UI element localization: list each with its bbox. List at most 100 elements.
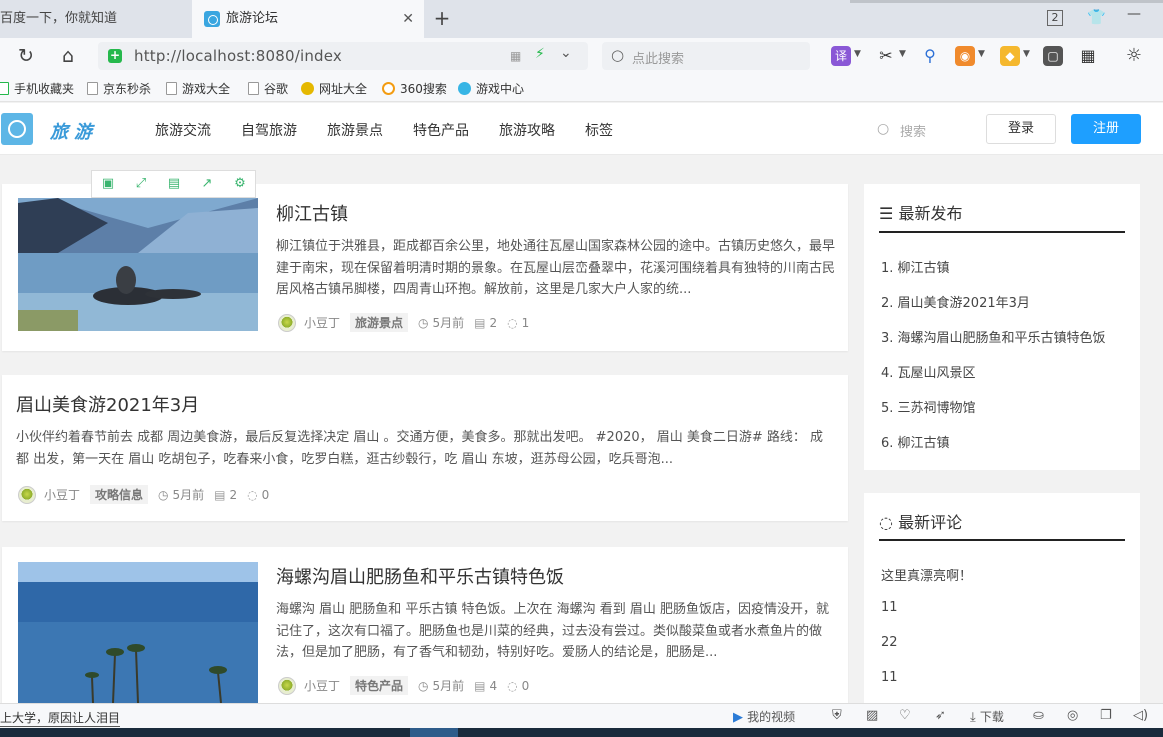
latest-post-link[interactable]: 2. 眉山美食游2021年3月 [881,292,1030,311]
minimize-button[interactable]: — [1127,6,1141,22]
bookmark-label: 手机收藏夹 [14,82,75,96]
nav-item[interactable]: 旅游交流 [155,120,211,140]
translate-icon[interactable]: 译 [831,46,851,66]
chevron-down-icon[interactable]: ▼ [854,49,861,59]
nav-item[interactable]: 特色产品 [413,120,469,140]
category-tag[interactable]: 旅游景点 [350,313,409,332]
url-text[interactable]: http://localhost:8080/index [134,47,342,65]
category-tag[interactable]: 攻略信息 [90,485,149,504]
site-logo-text[interactable]: 旅游 [50,118,98,144]
browser-search-input[interactable]: ○ 点此搜索 [602,42,810,70]
browser-icon[interactable]: ◎ [1067,708,1078,723]
nav-item[interactable]: 旅游景点 [327,120,383,140]
latest-post-link[interactable]: 4. 瓦屋山风景区 [881,362,976,381]
comment-item[interactable]: 11 [881,670,898,685]
post-card[interactable]: 眉山美食游2021年3月 小伙伴约着春节前去 成都 周边美食游，最后反复选择决定… [2,375,848,521]
download-button[interactable]: ⤓ 下载 [970,708,1004,725]
latest-post-link[interactable]: 6. 柳江古镇 [881,432,950,451]
post-author[interactable]: 小豆丁 [304,314,340,331]
tab-label: 旅游论坛 [226,11,279,26]
scissors-icon[interactable]: ✂ [876,46,896,66]
taskbar-active-item[interactable] [410,728,458,737]
copy-icon[interactable]: ▣ [101,177,115,191]
search-icon: ○ [611,46,625,64]
search-icon[interactable]: ○ [877,121,889,137]
download-icon: ⤓ [970,710,976,725]
lightning-icon[interactable]: ⚡ [535,46,545,62]
register-button[interactable]: 注册 [1071,114,1141,144]
bookmark-item[interactable]: 360搜索 [382,80,447,97]
browser-status-bar: 上大学，原因让人泪目 ▶ 我的视频 ⛨ ▨ ♡ ➶ ⤓ 下载 ⛀ ◎ ❐ ◁) [0,703,1163,728]
rocket-icon[interactable]: ➶ [935,708,946,723]
latest-post-link[interactable]: 3. 海螺沟眉山肥肠鱼和平乐古镇特色饭 [881,327,1106,346]
post-title[interactable]: 海螺沟眉山肥肠鱼和平乐古镇特色饭 [276,563,564,589]
url-field[interactable]: + http://localhost:8080/index ▦ ⚡ ⌄ [98,42,588,70]
avatar[interactable] [278,313,296,332]
incognito-icon[interactable]: ⛀ [1033,708,1044,723]
tab-baidu[interactable]: 百度一下，你就知道 [0,0,192,38]
chevron-down-icon[interactable]: ▼ [899,49,906,59]
post-comments: 0 [261,487,270,502]
nav-item[interactable]: 自驾旅游 [241,120,297,140]
bookmark-label: 360搜索 [400,82,447,96]
post-title[interactable]: 眉山美食游2021年3月 [16,391,199,417]
post-author[interactable]: 小豆丁 [304,677,340,694]
image-icon[interactable]: ▨ [866,708,878,723]
magnifier-icon[interactable]: ⚲ [920,46,940,66]
comment-item[interactable]: 22 [881,635,898,650]
expand-icon[interactable]: ⤢ [134,177,148,191]
bookmarks-bar: 手机收藏夹 京东秒杀 游戏大全 谷歌 网址大全 360搜索 游戏中心 [0,74,1163,102]
apps-grid-icon[interactable]: ▦ [1078,46,1098,66]
video-button[interactable]: ▶ 我的视频 [733,708,795,725]
extension-icon[interactable]: ▢ [1043,46,1063,66]
bookmark-item[interactable]: 手机收藏夹 [0,80,74,97]
volume-icon[interactable]: ◁) [1133,708,1148,723]
logo-icon[interactable] [1,113,33,145]
bookmark-item[interactable]: 京东秒杀 [87,80,151,97]
chevron-down-icon[interactable]: ▼ [1023,49,1030,59]
game-icon[interactable]: ◉ [955,46,975,66]
refresh-icon[interactable]: ↻ [14,44,38,68]
save-icon[interactable]: ▤ [167,177,181,191]
comment-item[interactable]: 11 [881,600,898,615]
post-card[interactable]: 柳江古镇 柳江镇位于洪雅县，距成都百余公里，地处通往瓦屋山国家森林公园的途中。古… [2,184,848,351]
login-button[interactable]: 登录 [986,114,1056,144]
post-author[interactable]: 小豆丁 [44,486,80,503]
bookmark-item[interactable]: 游戏中心 [458,80,524,97]
skin-icon[interactable]: 👕 [1087,8,1106,26]
share-icon[interactable]: ↗ [200,177,214,191]
post-card[interactable]: 海螺沟眉山肥肠鱼和平乐古镇特色饭 海螺沟 眉山 肥肠鱼和 平乐古镇 特色饭。上次… [2,547,848,703]
nav-item[interactable]: 标签 [585,120,613,140]
shield-icon[interactable]: ⛨ [832,708,842,723]
home-icon[interactable]: ⌂ [56,44,80,68]
window-count-badge[interactable]: 2 [1047,10,1063,26]
nav-item[interactable]: 旅游攻略 [499,120,555,140]
avatar[interactable] [278,676,296,695]
chevron-down-icon[interactable]: ⌄ [560,45,572,61]
latest-post-link[interactable]: 5. 三苏祠博物馆 [881,397,976,416]
bookmark-item[interactable]: 游戏大全 [166,80,230,97]
site-search-input[interactable]: 搜索 [900,121,926,140]
page-icon [87,82,98,95]
close-tab-icon[interactable]: ✕ [402,0,414,38]
heart-icon[interactable]: ♡ [899,708,911,723]
qr-code-icon[interactable]: ▦ [510,49,521,63]
bookmark-item[interactable]: 谷歌 [248,80,288,97]
latest-post-link[interactable]: 1. 柳江古镇 [881,257,950,276]
gear-icon[interactable]: ⚙ [233,177,247,191]
shield-icon[interactable]: ◆ [1000,46,1020,66]
post-title[interactable]: 柳江古镇 [276,200,348,226]
post-thumbnail[interactable] [18,562,258,703]
news-ticker[interactable]: 上大学，原因让人泪目 [0,709,121,727]
post-thumbnail[interactable] [18,198,258,331]
chevron-down-icon[interactable]: ▼ [978,49,985,59]
new-tab-button[interactable]: + [430,7,454,31]
bookmark-item[interactable]: 网址大全 [301,80,367,97]
avatar[interactable] [18,485,36,504]
latest-comments-panel: ◌ 最新评论 这里真漂亮啊！ 11 22 11 [864,493,1140,703]
brightness-icon[interactable]: ☼ [1124,46,1144,66]
category-tag[interactable]: 特色产品 [350,676,409,695]
tab-travel-forum[interactable]: 旅游论坛 ✕ [192,0,424,38]
comment-item[interactable]: 这里真漂亮啊！ [881,565,972,584]
window-icon[interactable]: ❐ [1100,708,1112,723]
